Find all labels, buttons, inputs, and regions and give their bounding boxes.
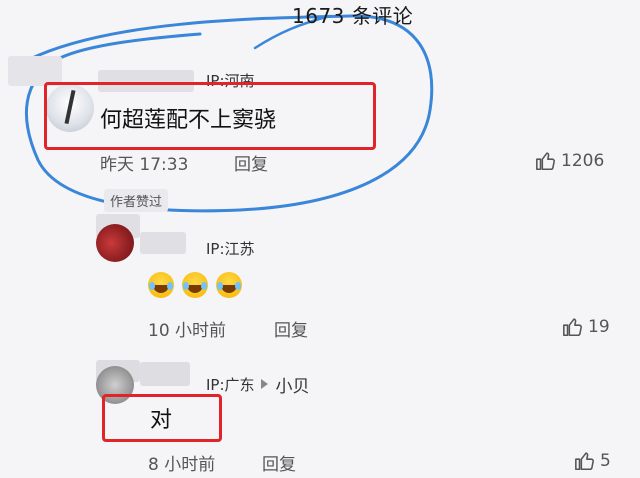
- reply-button[interactable]: 回复: [234, 150, 268, 175]
- emoji-row: [148, 272, 250, 302]
- ip-location: IP:江苏: [206, 240, 255, 258]
- blurred-username: [140, 232, 186, 254]
- thumbs-up-icon: [536, 152, 555, 171]
- reply-button[interactable]: 回复: [262, 450, 296, 475]
- like-count: 5: [600, 451, 611, 471]
- comment-content: 何超莲配不上窦骁: [100, 108, 277, 133]
- laugh-cry-emoji: [182, 272, 208, 298]
- comment-content: 对: [150, 408, 173, 433]
- reply-button[interactable]: 回复: [274, 316, 308, 341]
- comment-time: 8 小时前: [148, 455, 216, 475]
- laugh-cry-emoji: [216, 272, 242, 298]
- reply-header: IP:广东 小贝: [206, 372, 310, 397]
- ip-location: IP:广东: [206, 376, 255, 394]
- thumbs-up-icon: [575, 452, 594, 471]
- comment-time: 10 小时前: [148, 321, 227, 341]
- avatar[interactable]: [96, 224, 134, 262]
- like-count: 19: [588, 317, 610, 337]
- reply-arrow-icon: [260, 379, 268, 389]
- thumbs-up-icon: [563, 318, 582, 337]
- like-button[interactable]: 19: [562, 316, 610, 338]
- comment-time: 昨天 17:33: [100, 155, 189, 175]
- like-count: 1206: [561, 151, 605, 171]
- author-liked-badge: 作者赞过: [104, 189, 169, 212]
- comment-count: 1673 条评论: [292, 4, 414, 28]
- like-button[interactable]: 1206: [535, 150, 604, 172]
- like-button[interactable]: 5: [574, 450, 611, 472]
- reply-target-name[interactable]: 小贝: [276, 372, 310, 397]
- blurred-username: [140, 362, 190, 386]
- laugh-cry-emoji: [148, 272, 174, 298]
